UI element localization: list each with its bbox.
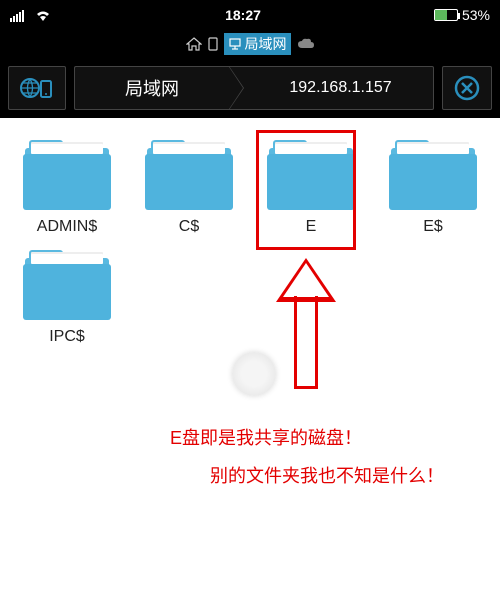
folder-e-dollar[interactable]: E$ — [376, 138, 490, 236]
folder-icon — [267, 138, 355, 210]
folder-e[interactable]: E — [254, 138, 368, 236]
folder-ipc[interactable]: IPC$ — [10, 248, 124, 346]
annotation-text-1: E盘即是我共享的磁盘！ — [170, 424, 362, 450]
home-indicator — [232, 352, 276, 396]
signal-icon — [10, 8, 28, 22]
network-devices-button[interactable] — [8, 66, 66, 110]
nav-section-button[interactable]: 局域网 — [74, 66, 229, 110]
folder-icon — [389, 138, 477, 210]
breadcrumb-lan[interactable]: 局域网 — [224, 33, 291, 55]
folder-label: E — [306, 218, 317, 236]
close-button[interactable] — [442, 66, 492, 110]
nav-address-button[interactable]: 192.168.1.157 — [229, 66, 434, 110]
device-icon[interactable] — [208, 37, 218, 51]
folder-icon — [23, 248, 111, 320]
folder-label: E$ — [423, 218, 443, 236]
clock: 18:27 — [225, 7, 261, 23]
wifi-icon — [34, 8, 52, 22]
breadcrumb: 局域网 — [0, 30, 500, 58]
battery-percent: 53% — [462, 7, 490, 23]
breadcrumb-lan-label: 局域网 — [245, 34, 287, 54]
folder-admin[interactable]: ADMIN$ — [10, 138, 124, 236]
home-icon[interactable] — [186, 37, 202, 51]
nav-bar: 局域网 192.168.1.157 — [0, 58, 500, 118]
cloud-icon[interactable] — [297, 38, 315, 50]
status-bar: 18:27 53% — [0, 0, 500, 30]
folder-label: ADMIN$ — [37, 218, 97, 236]
folder-icon — [145, 138, 233, 210]
folder-c[interactable]: C$ — [132, 138, 246, 236]
folder-grid: ADMIN$ C$ E E$ IPC$ — [0, 118, 500, 366]
folder-icon — [23, 138, 111, 210]
annotation-text-2: 别的文件夹我也不知是什么！ — [210, 462, 444, 488]
battery-icon — [434, 9, 458, 21]
folder-label: C$ — [179, 218, 199, 236]
folder-label: IPC$ — [49, 328, 85, 346]
